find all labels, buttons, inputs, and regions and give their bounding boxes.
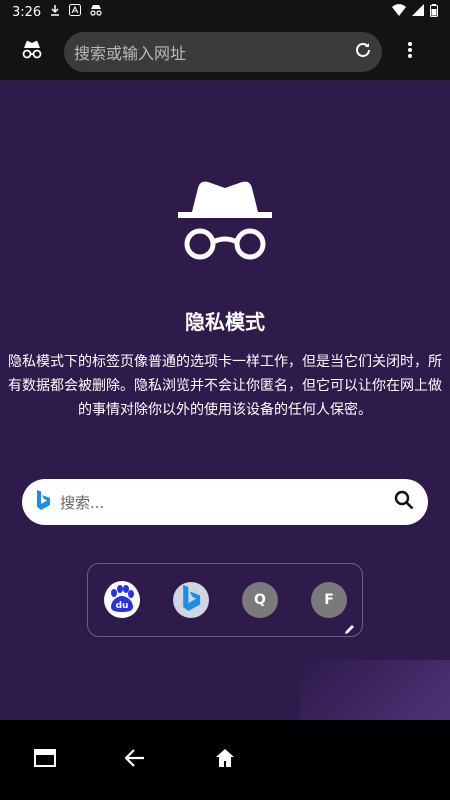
incognito-button[interactable] bbox=[8, 28, 56, 76]
shortcut-baidu[interactable]: du bbox=[104, 581, 140, 619]
incognito-new-tab-page: 隐私模式 隐私模式下的标签页像普通的选项卡一样工作，但是当它们关闭时，所有数据都… bbox=[0, 80, 450, 720]
refresh-icon[interactable] bbox=[354, 41, 372, 63]
bing-icon bbox=[181, 585, 201, 615]
back-button[interactable] bbox=[119, 744, 151, 776]
search-box[interactable]: 搜索... bbox=[22, 479, 428, 525]
menu-button[interactable] bbox=[398, 32, 422, 72]
battery-icon bbox=[430, 3, 438, 21]
wifi-icon bbox=[392, 4, 406, 20]
url-bar[interactable]: 搜索或输入网址 bbox=[64, 32, 382, 72]
browser-toolbar: 搜索或输入网址 bbox=[0, 24, 450, 80]
search-icon[interactable] bbox=[394, 490, 414, 514]
shortcut-q-label: Q bbox=[254, 592, 266, 608]
status-left: 3:26 bbox=[12, 4, 103, 20]
baidu-icon: du bbox=[105, 581, 139, 619]
home-button[interactable] bbox=[209, 744, 241, 776]
incognito-description: 隐私模式下的标签页像普通的选项卡一样工作，但是当它们关闭时，所有数据都会被删除。… bbox=[8, 354, 442, 418]
signal-icon bbox=[412, 4, 424, 20]
more-vert-icon bbox=[408, 42, 412, 62]
incognito-status-icon bbox=[89, 4, 103, 20]
home-icon bbox=[215, 748, 235, 772]
incognito-icon bbox=[21, 40, 43, 64]
back-arrow-icon bbox=[124, 749, 145, 771]
bing-logo-icon bbox=[36, 490, 50, 514]
search-input[interactable]: 搜索... bbox=[60, 492, 394, 513]
status-bar: 3:26 bbox=[0, 0, 450, 24]
app-a-icon bbox=[69, 4, 82, 20]
decorative-corner bbox=[300, 660, 450, 720]
svg-text:du: du bbox=[116, 601, 129, 611]
url-input[interactable]: 搜索或输入网址 bbox=[74, 40, 354, 64]
status-right bbox=[392, 3, 438, 21]
shortcut-f[interactable]: F bbox=[311, 582, 347, 618]
shortcut-bing[interactable] bbox=[173, 582, 209, 618]
shortcuts-panel: du Q F bbox=[87, 563, 363, 637]
page-title: 隐私模式 bbox=[185, 310, 265, 334]
status-time: 3:26 bbox=[12, 4, 42, 20]
shortcut-f-label: F bbox=[324, 592, 334, 608]
navigation-bar bbox=[0, 720, 450, 800]
tabs-icon bbox=[34, 749, 56, 771]
shortcut-q[interactable]: Q bbox=[242, 582, 278, 618]
tabs-button[interactable] bbox=[29, 744, 61, 776]
edit-icon[interactable] bbox=[344, 620, 356, 634]
incognito-hero-icon bbox=[178, 180, 272, 264]
download-icon bbox=[49, 4, 61, 20]
